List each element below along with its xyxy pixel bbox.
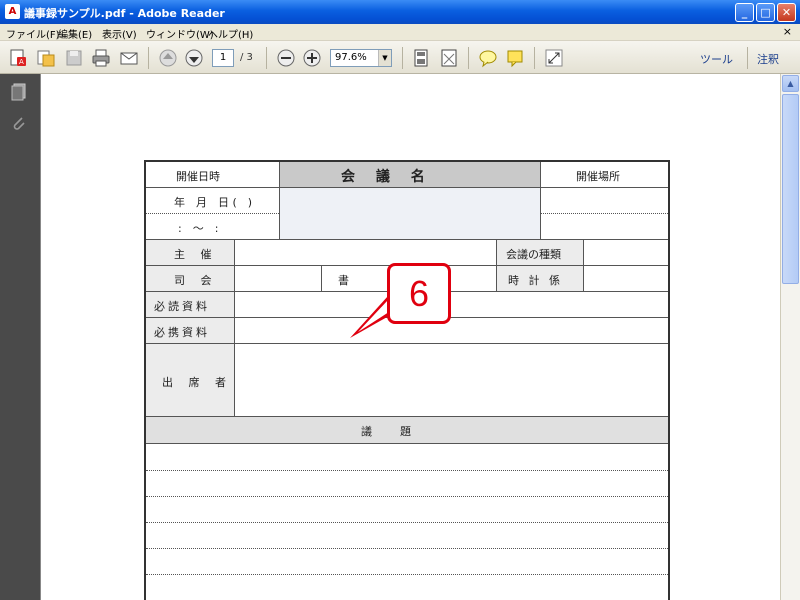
organizer-label: 主 催 [174, 248, 218, 261]
zoom-value: 97.6% [335, 52, 367, 63]
save-icon[interactable] [64, 48, 84, 68]
rule [146, 239, 668, 240]
menu-help[interactable]: ヘルプ(H) [208, 26, 253, 41]
time-field[interactable]: : 〜 : [178, 220, 218, 236]
agenda-line [146, 548, 668, 549]
toolbar-separator [468, 47, 469, 69]
menu-file[interactable]: ファイル(F) [6, 26, 60, 41]
scrollbar-thumb[interactable] [782, 94, 799, 284]
close-button[interactable]: ✕ [777, 3, 796, 22]
rule [146, 443, 668, 444]
next-page-icon[interactable] [184, 48, 204, 68]
fit-width-icon[interactable] [439, 48, 459, 68]
attachments-panel-icon[interactable] [9, 114, 29, 134]
menu-window[interactable]: ウィンドウ(W) [146, 26, 214, 41]
pages-panel-icon[interactable] [9, 82, 29, 102]
tools-button[interactable]: ツール [700, 51, 733, 67]
zoom-in-icon[interactable] [302, 48, 322, 68]
toolbar-separator [402, 47, 403, 69]
previous-page-icon[interactable] [158, 48, 178, 68]
page-number-input[interactable]: 1 [212, 49, 234, 67]
comment-button[interactable]: 注釈 [757, 51, 779, 67]
rule [146, 416, 668, 417]
create-pdf-icon[interactable]: A [8, 48, 28, 68]
svg-text:A: A [19, 58, 24, 66]
menu-view[interactable]: 表示(V) [102, 26, 137, 41]
minimize-button[interactable]: _ [735, 3, 754, 22]
email-icon[interactable] [119, 48, 139, 68]
agenda-header: 議 題 [361, 425, 413, 438]
timekeeper-label: 時 計 係 [508, 274, 563, 287]
navigation-sidebar [0, 74, 40, 600]
rule [321, 265, 322, 291]
meeting-minutes-form: 開催日時 会 議 名 開催場所 年 月 日 ( ) : 〜 : 主 催 会議の種… [144, 160, 670, 600]
fit-page-icon[interactable] [411, 48, 431, 68]
zoom-out-icon[interactable] [276, 48, 296, 68]
chevron-down-icon[interactable]: ▼ [378, 50, 391, 66]
scroll-up-icon[interactable]: ▲ [782, 75, 799, 92]
recorder-label: 書 [338, 274, 349, 287]
bring-materials-label: 必携資料 [154, 326, 210, 339]
rule [146, 187, 668, 188]
maximize-button[interactable]: □ [756, 3, 775, 22]
pdf-icon: A [5, 4, 20, 19]
required-materials-label: 必読資料 [154, 300, 210, 313]
rule [234, 239, 235, 416]
open-file-icon[interactable] [36, 48, 56, 68]
print-icon[interactable] [91, 48, 111, 68]
meeting-name-field-bg [279, 188, 540, 239]
rule [146, 213, 279, 214]
date-header: 開催日時 [176, 170, 220, 183]
agenda-line [146, 522, 668, 523]
rule [540, 213, 668, 214]
rule [540, 162, 541, 239]
window-title: 議事録サンプル.pdf - Adobe Reader [24, 7, 225, 20]
place-header: 開催場所 [576, 170, 620, 183]
comment-icon[interactable] [478, 48, 498, 68]
sticky-note-icon[interactable] [505, 48, 525, 68]
title-bar: A 議事録サンプル.pdf - Adobe Reader _ □ ✕ [0, 0, 800, 24]
toolbar-separator [534, 47, 535, 69]
page-total: / 3 [240, 52, 253, 63]
date-field[interactable]: 年 月 日 ( ) [174, 194, 252, 210]
document-close-icon[interactable]: × [783, 25, 792, 38]
meeting-name-header: 会 議 名 [341, 169, 433, 185]
meeting-type-label: 会議の種類 [506, 248, 561, 261]
menu-edit[interactable]: 編集(E) [58, 26, 92, 41]
toolbar-separator [148, 47, 149, 69]
vertical-scrollbar[interactable]: ▲ [780, 74, 800, 600]
toolbar-separator [266, 47, 267, 69]
toolbar-separator [747, 47, 748, 69]
agenda-line [146, 574, 668, 575]
agenda-line [146, 496, 668, 497]
agenda-line [146, 470, 668, 471]
menu-bar: ファイル(F) 編集(E) 表示(V) ウィンドウ(W) ヘルプ(H) × [0, 24, 800, 41]
expand-icon[interactable] [544, 48, 564, 68]
chair-label: 司 会 [174, 274, 218, 287]
rule [496, 239, 497, 291]
rule [583, 239, 584, 291]
step-number-callout: 6 [387, 263, 451, 324]
attendees-label: 出 席 者 [162, 376, 232, 389]
zoom-select[interactable]: 97.6% ▼ [330, 49, 392, 67]
rule [279, 162, 280, 239]
toolbar: A 1 / 3 97.6% ▼ ツール 注釈 [0, 41, 800, 74]
rule [146, 343, 668, 344]
